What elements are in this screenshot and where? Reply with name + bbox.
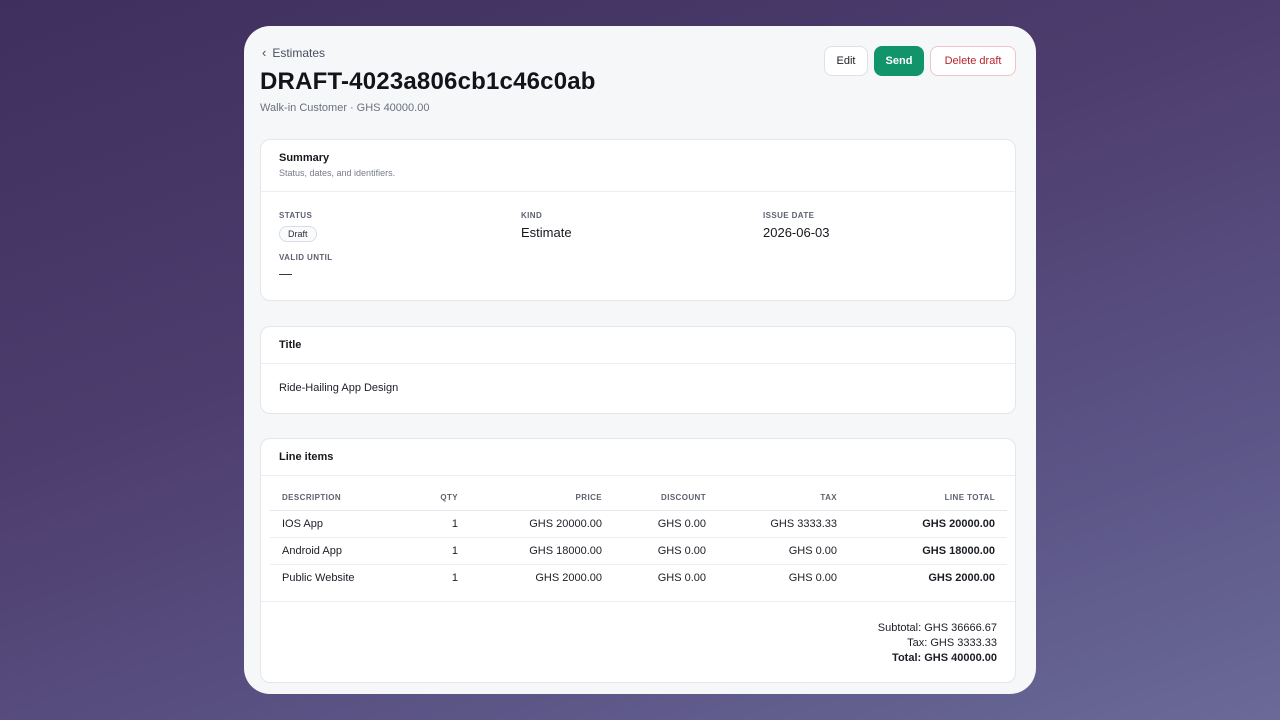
- page-subtitle: Walk-in Customer · GHS 40000.00: [260, 102, 429, 114]
- summary-card: Summary Status, dates, and identifiers. …: [260, 139, 1016, 301]
- estimate-window: ‹ Estimates DRAFT-4023a806cb1c46c0ab Wal…: [244, 26, 1036, 694]
- cell-price: GHS 18000.00: [470, 537, 614, 565]
- cell-discount: GHS 0.00: [657, 571, 706, 584]
- table-header-row: DESCRIPTION QTY PRICE DISCOUNT TAX LINE …: [270, 486, 1007, 511]
- cell-qty: 1: [451, 571, 458, 584]
- column-header-tax: TAX: [718, 486, 849, 511]
- grand-total-text: Total: GHS 40000.00: [892, 652, 997, 664]
- back-link-label: Estimates: [272, 45, 326, 60]
- issue-date-label: ISSUE DATE: [763, 211, 815, 220]
- summary-description: Status, dates, and identifiers.: [279, 168, 396, 178]
- summary-title: Summary: [279, 152, 330, 164]
- line-items-header: Line items: [261, 439, 1015, 476]
- cell-discount: GHS 0.00: [614, 537, 718, 565]
- cell-description: IOS App: [270, 510, 390, 538]
- page-title: DRAFT-4023a806cb1c46c0ab: [260, 68, 596, 95]
- table-row: Public Website 1 GHS 2000.00 GHS 0.00 GH…: [270, 564, 1007, 591]
- title-card-header: Title: [261, 327, 1015, 364]
- table-row: IOS App 1 GHS 20000.00 GHS 0.00 GHS 3333…: [270, 510, 1007, 538]
- back-link[interactable]: ‹ Estimates: [262, 45, 325, 60]
- column-header-description: DESCRIPTION: [270, 486, 390, 511]
- cell-tax: GHS 0.00: [718, 537, 849, 565]
- cell-price: GHS 2000.00: [535, 571, 602, 584]
- customer-name: Walk-in Customer: [260, 102, 347, 114]
- table-row: Android App 1 GHS 18000.00 GHS 0.00 GHS …: [270, 537, 1007, 565]
- estimate-amount: GHS 40000.00: [356, 102, 430, 114]
- valid-until-value: —: [279, 266, 292, 281]
- summary-header: Summary Status, dates, and identifiers.: [261, 140, 1015, 192]
- column-header-line-total: LINE TOTAL: [849, 486, 1007, 511]
- column-header-discount: DISCOUNT: [614, 486, 718, 511]
- column-header-price: PRICE: [470, 486, 614, 511]
- cell-line-total: GHS 2000.00: [928, 571, 995, 584]
- valid-until-label: VALID UNTIL: [279, 253, 333, 262]
- line-items-title: Line items: [279, 451, 334, 463]
- line-items-card: Line items DESCRIPTION QTY PRICE DISCOUN…: [260, 438, 1016, 683]
- cell-tax: GHS 3333.33: [718, 510, 849, 538]
- line-items-table: DESCRIPTION QTY PRICE DISCOUNT TAX LINE …: [270, 486, 1007, 591]
- kind-value: Estimate: [521, 225, 572, 240]
- cell-tax: GHS 0.00: [788, 571, 837, 584]
- cell-description: Public Website: [282, 571, 355, 584]
- kind-label: KIND: [521, 211, 543, 220]
- issue-date-value: 2026-06-03: [763, 225, 830, 240]
- estimate-title-value: Ride-Hailing App Design: [279, 382, 399, 394]
- cell-qty: 1: [390, 510, 470, 538]
- status-label: STATUS: [279, 211, 313, 220]
- cell-price: GHS 20000.00: [470, 510, 614, 538]
- tax-total-text: Tax: GHS 3333.33: [907, 637, 997, 649]
- cell-description: Android App: [270, 537, 390, 565]
- edit-button[interactable]: Edit: [824, 46, 868, 76]
- chevron-left-icon: ‹: [262, 45, 267, 60]
- subtotal-text: Subtotal: GHS 36666.67: [877, 622, 997, 634]
- status-badge: Draft: [279, 226, 317, 242]
- totals-block: Subtotal: GHS 36666.67 Tax: GHS 3333.33 …: [878, 621, 997, 666]
- title-card-title: Title: [279, 339, 302, 351]
- cell-discount: GHS 0.00: [614, 510, 718, 538]
- action-bar: Edit Send Delete draft: [824, 46, 1016, 76]
- cell-line-total: GHS 20000.00: [849, 510, 1007, 538]
- column-header-qty: QTY: [390, 486, 470, 511]
- subtitle-separator: ·: [350, 102, 354, 114]
- cell-qty: 1: [390, 537, 470, 565]
- table-divider: [261, 601, 1015, 602]
- send-button[interactable]: Send: [874, 46, 924, 76]
- cell-line-total: GHS 18000.00: [849, 537, 1007, 565]
- title-card: Title Ride-Hailing App Design: [260, 326, 1016, 414]
- delete-draft-button[interactable]: Delete draft: [930, 46, 1016, 76]
